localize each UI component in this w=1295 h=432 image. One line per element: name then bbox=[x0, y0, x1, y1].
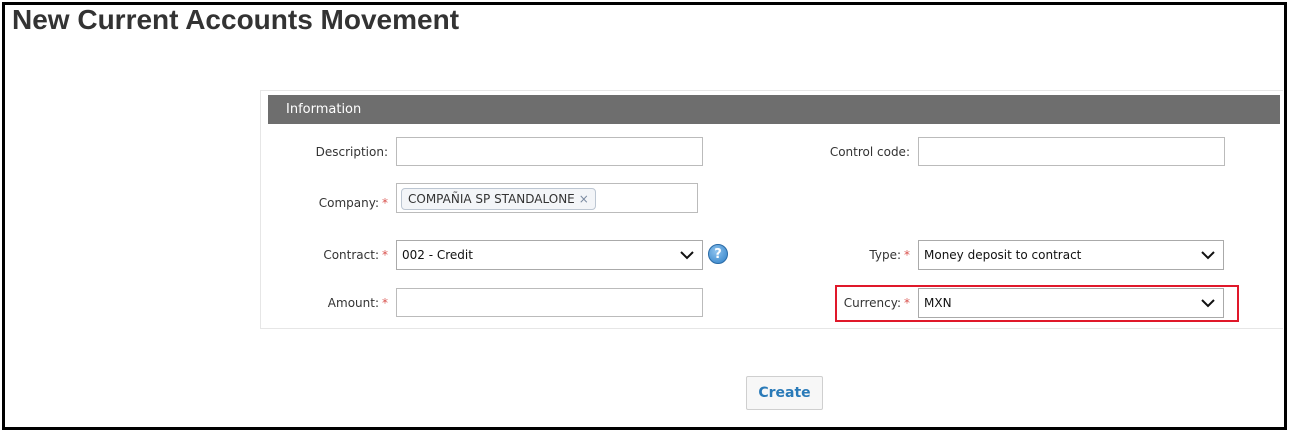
required-marker: * bbox=[382, 196, 388, 210]
company-label: Company: * bbox=[300, 196, 388, 210]
amount-input[interactable] bbox=[396, 288, 703, 317]
description-label-text: Description: bbox=[315, 145, 388, 159]
contract-label: Contract: * bbox=[300, 248, 388, 262]
panel-header: Information bbox=[268, 95, 1280, 124]
company-label-text: Company: bbox=[318, 196, 379, 210]
description-label: Description: bbox=[300, 145, 388, 159]
close-icon[interactable]: × bbox=[579, 192, 589, 206]
contract-label-text: Contract: bbox=[323, 248, 379, 262]
chevron-down-icon bbox=[1201, 251, 1215, 260]
required-marker: * bbox=[382, 296, 388, 310]
required-marker: * bbox=[904, 248, 910, 262]
contract-select[interactable]: 002 - Credit bbox=[396, 240, 703, 270]
create-button[interactable]: Create bbox=[746, 376, 823, 410]
required-marker: * bbox=[382, 248, 388, 262]
type-select[interactable]: Money deposit to contract bbox=[918, 240, 1224, 270]
type-label: Type: * bbox=[800, 248, 910, 262]
chevron-down-icon bbox=[680, 251, 694, 260]
company-tag-label: COMPAÑIA SP STANDALONE bbox=[408, 192, 575, 206]
company-tag: COMPAÑIA SP STANDALONE × bbox=[401, 188, 596, 210]
page-title: New Current Accounts Movement bbox=[12, 4, 460, 35]
amount-label: Amount: * bbox=[300, 296, 388, 310]
contract-select-value: 002 - Credit bbox=[402, 248, 473, 262]
description-input[interactable] bbox=[396, 137, 703, 166]
amount-label-text: Amount: bbox=[327, 296, 379, 310]
type-select-value: Money deposit to contract bbox=[924, 248, 1082, 262]
type-label-text: Type: bbox=[869, 248, 901, 262]
control-code-input[interactable] bbox=[918, 137, 1225, 166]
company-multiselect[interactable]: COMPAÑIA SP STANDALONE × bbox=[396, 183, 698, 213]
help-icon[interactable]: ? bbox=[708, 244, 728, 264]
control-code-label: Control code: bbox=[800, 145, 910, 159]
control-code-label-text: Control code: bbox=[829, 145, 910, 159]
currency-highlight-box bbox=[835, 285, 1239, 322]
